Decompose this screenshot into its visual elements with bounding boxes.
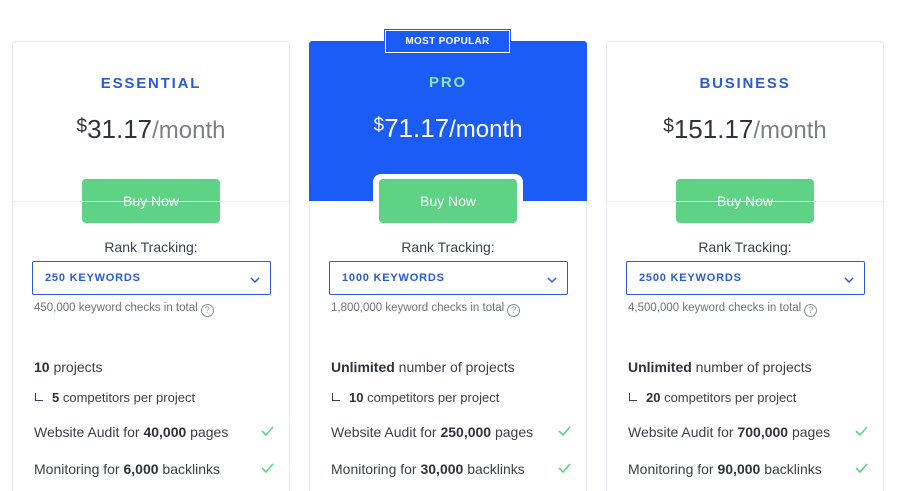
feature-monitoring: Monitoring for 6,000 backlinks bbox=[34, 461, 220, 477]
keyword-checks-note: 1,800,000 keyword checks in total? bbox=[331, 302, 521, 317]
plan-header: ESSENTIAL $31.17/month Buy Now bbox=[13, 42, 289, 223]
sub-item-corner-icon bbox=[35, 393, 43, 401]
price-currency: $ bbox=[373, 115, 385, 136]
feature-value: 90,000 bbox=[717, 461, 761, 477]
sub-item-corner-icon bbox=[332, 393, 340, 401]
check-icon bbox=[261, 463, 274, 473]
price-amount: 31.17 bbox=[87, 114, 153, 144]
keyword-checks-text: 4,500,000 keyword checks in total bbox=[628, 302, 802, 314]
feature-text: number of projects bbox=[691, 359, 812, 375]
keywords-select-value: 2500 KEYWORDS bbox=[639, 272, 742, 284]
feature-value: 250,000 bbox=[440, 424, 492, 440]
feature-value: 700,000 bbox=[737, 424, 789, 440]
feature-value: Unlimited bbox=[331, 359, 395, 375]
feature-website-audit: Website Audit for 250,000 pages bbox=[331, 424, 533, 440]
feature-projects: 10 projects bbox=[34, 359, 103, 375]
check-icon bbox=[855, 463, 868, 473]
feature-text: pages bbox=[491, 424, 534, 440]
feature-text: backlinks bbox=[463, 461, 525, 477]
plan-name: PRO bbox=[429, 74, 467, 91]
plan-price: $71.17/month bbox=[309, 113, 587, 144]
plan-card-pro: MOST POPULAR PRO $71.17/month Buy Now Ra… bbox=[309, 29, 587, 491]
sub-item-corner-icon bbox=[629, 393, 637, 401]
feature-text: Website Audit for bbox=[34, 424, 144, 440]
check-icon bbox=[558, 463, 571, 473]
price-amount: 71.17 bbox=[384, 113, 450, 143]
help-icon[interactable]: ? bbox=[200, 304, 214, 317]
feature-value: 6,000 bbox=[123, 461, 159, 477]
feature-text: competitors per project bbox=[59, 390, 196, 405]
price-period: /month bbox=[152, 117, 226, 144]
plan-price: $151.17/month bbox=[607, 114, 883, 145]
divider bbox=[13, 201, 289, 202]
plan-card-essential: ESSENTIAL $31.17/month Buy Now Rank Trac… bbox=[12, 41, 290, 491]
feature-projects: Unlimited number of projects bbox=[628, 359, 812, 375]
check-icon bbox=[261, 426, 274, 436]
chevron-down-icon bbox=[250, 262, 260, 294]
keywords-select[interactable]: 1000 KEYWORDS bbox=[329, 261, 568, 295]
plan-name: BUSINESS bbox=[699, 75, 791, 92]
rank-tracking-label: Rank Tracking: bbox=[401, 239, 495, 255]
keywords-select-value: 1000 KEYWORDS bbox=[342, 272, 445, 284]
keywords-select[interactable]: 250 KEYWORDS bbox=[32, 261, 271, 295]
keyword-checks-text: 450,000 keyword checks in total bbox=[34, 302, 198, 314]
feature-competitors: 10 competitors per project bbox=[332, 390, 499, 405]
plan-card-business: BUSINESS $151.17/month Buy Now Rank Trac… bbox=[606, 41, 884, 491]
feature-competitors: 5 competitors per project bbox=[35, 390, 195, 405]
feature-text: backlinks bbox=[760, 461, 822, 477]
price-currency: $ bbox=[663, 116, 674, 137]
check-icon bbox=[855, 426, 868, 436]
rank-tracking-label: Rank Tracking: bbox=[104, 239, 198, 255]
feature-text: pages bbox=[788, 424, 831, 440]
feature-text: competitors per project bbox=[660, 390, 797, 405]
keyword-checks-note: 450,000 keyword checks in total? bbox=[34, 302, 214, 317]
plan-price: $31.17/month bbox=[13, 114, 289, 145]
feature-text: projects bbox=[49, 359, 103, 375]
price-period: /month bbox=[753, 117, 827, 144]
feature-value: 40,000 bbox=[143, 424, 187, 440]
feature-text: backlinks bbox=[158, 461, 220, 477]
price-currency: $ bbox=[76, 116, 88, 137]
plan-header: MOST POPULAR PRO $71.17/month Buy Now bbox=[309, 29, 587, 223]
feature-value: 10 bbox=[349, 390, 364, 405]
feature-value: 10 bbox=[34, 359, 50, 375]
plan-name: ESSENTIAL bbox=[100, 75, 202, 92]
feature-text: number of projects bbox=[394, 359, 515, 375]
feature-value: 30,000 bbox=[420, 461, 464, 477]
rank-tracking-label: Rank Tracking: bbox=[698, 239, 792, 255]
chevron-down-icon bbox=[844, 262, 854, 294]
feature-value: Unlimited bbox=[628, 359, 692, 375]
check-icon bbox=[558, 426, 571, 436]
keyword-checks-note: 4,500,000 keyword checks in total? bbox=[628, 302, 818, 317]
keywords-select-value: 250 KEYWORDS bbox=[45, 272, 141, 284]
feature-competitors: 20 competitors per project bbox=[629, 390, 796, 405]
feature-website-audit: Website Audit for 700,000 pages bbox=[628, 424, 830, 440]
buy-now-button[interactable]: Buy Now bbox=[379, 179, 517, 223]
divider bbox=[607, 201, 883, 202]
plan-header: BUSINESS $151.17/month Buy Now bbox=[607, 42, 883, 223]
feature-text: Website Audit for bbox=[628, 424, 738, 440]
keywords-select[interactable]: 2500 KEYWORDS bbox=[626, 261, 865, 295]
feature-website-audit: Website Audit for 40,000 pages bbox=[34, 424, 228, 440]
keyword-checks-text: 1,800,000 keyword checks in total bbox=[331, 302, 505, 314]
feature-text: Monitoring for bbox=[331, 461, 421, 477]
price-period: /month bbox=[449, 116, 523, 143]
help-icon[interactable]: ? bbox=[507, 304, 521, 317]
feature-monitoring: Monitoring for 90,000 backlinks bbox=[628, 461, 822, 477]
feature-text: Monitoring for bbox=[34, 461, 124, 477]
feature-text: competitors per project bbox=[363, 390, 500, 405]
feature-projects: Unlimited number of projects bbox=[331, 359, 515, 375]
price-amount: 151.17 bbox=[673, 114, 754, 144]
feature-monitoring: Monitoring for 30,000 backlinks bbox=[331, 461, 525, 477]
feature-text: Monitoring for bbox=[628, 461, 718, 477]
chevron-down-icon bbox=[547, 262, 557, 294]
help-icon[interactable]: ? bbox=[804, 304, 818, 317]
feature-text: pages bbox=[186, 424, 229, 440]
feature-text: Website Audit for bbox=[331, 424, 441, 440]
most-popular-badge: MOST POPULAR bbox=[384, 29, 511, 54]
feature-value: 20 bbox=[646, 390, 661, 405]
